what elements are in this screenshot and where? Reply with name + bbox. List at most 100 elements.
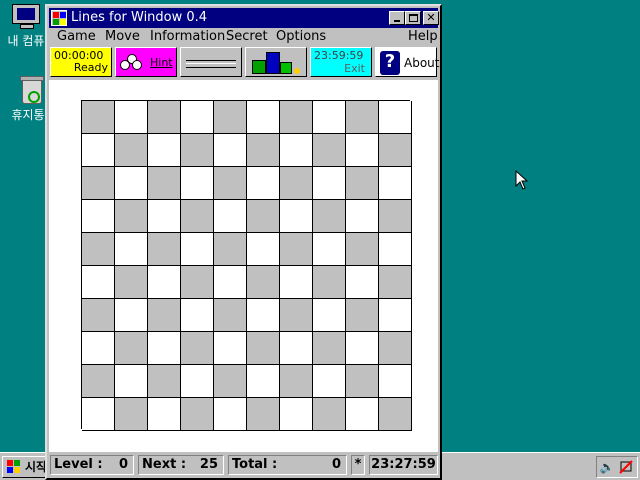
board-cell[interactable] <box>346 167 379 200</box>
board-cell[interactable] <box>148 266 181 299</box>
board-cell[interactable] <box>214 233 247 266</box>
menu-game[interactable]: Game <box>57 29 96 45</box>
board-cell[interactable] <box>379 398 412 431</box>
board-cell[interactable] <box>82 200 115 233</box>
board-cell[interactable] <box>313 233 346 266</box>
menu-secret[interactable]: Secret <box>226 29 268 45</box>
board-cell[interactable] <box>148 398 181 431</box>
hint-button[interactable]: Hint <box>115 47 177 77</box>
board-cell[interactable] <box>280 233 313 266</box>
board-cell[interactable] <box>346 134 379 167</box>
menu-help[interactable]: Help <box>408 29 438 45</box>
board-cell[interactable] <box>115 233 148 266</box>
board-cell[interactable] <box>280 332 313 365</box>
board-cell[interactable] <box>115 167 148 200</box>
board-cell[interactable] <box>346 200 379 233</box>
board-cell[interactable] <box>115 332 148 365</box>
board-cell[interactable] <box>280 398 313 431</box>
board-cell[interactable] <box>280 266 313 299</box>
game-board[interactable] <box>81 100 412 431</box>
board-cell[interactable] <box>82 101 115 134</box>
board-cell[interactable] <box>148 365 181 398</box>
menu-information[interactable]: Information <box>150 29 225 45</box>
board-cell[interactable] <box>181 398 214 431</box>
board-cell[interactable] <box>313 266 346 299</box>
board-cell[interactable] <box>280 200 313 233</box>
board-cell[interactable] <box>148 332 181 365</box>
exit-button[interactable]: 23:59:59 Exit <box>310 47 372 77</box>
board-cell[interactable] <box>379 266 412 299</box>
speaker-icon[interactable]: 🔈 <box>599 460 615 474</box>
board-cell[interactable] <box>115 266 148 299</box>
board-cell[interactable] <box>82 365 115 398</box>
board-cell[interactable] <box>181 365 214 398</box>
board-cell[interactable] <box>247 299 280 332</box>
board-cell[interactable] <box>379 299 412 332</box>
close-button[interactable]: ✕ <box>423 11 439 25</box>
board-cell[interactable] <box>280 299 313 332</box>
board-cell[interactable] <box>115 101 148 134</box>
maximize-button[interactable] <box>405 11 421 25</box>
board-cell[interactable] <box>379 167 412 200</box>
board-cell[interactable] <box>247 167 280 200</box>
board-cell[interactable] <box>346 332 379 365</box>
board-cell[interactable] <box>346 101 379 134</box>
board-cell[interactable] <box>181 134 214 167</box>
board-cell[interactable] <box>214 134 247 167</box>
board-cell[interactable] <box>313 332 346 365</box>
board-cell[interactable] <box>181 299 214 332</box>
board-cell[interactable] <box>181 101 214 134</box>
board-cell[interactable] <box>82 233 115 266</box>
board-cell[interactable] <box>247 200 280 233</box>
board-cell[interactable] <box>181 266 214 299</box>
board-cell[interactable] <box>214 332 247 365</box>
board-cell[interactable] <box>346 365 379 398</box>
board-cell[interactable] <box>379 332 412 365</box>
board-cell[interactable] <box>379 200 412 233</box>
board-cell[interactable] <box>247 101 280 134</box>
board-cell[interactable] <box>148 299 181 332</box>
board-cell[interactable] <box>247 233 280 266</box>
high-scores-button[interactable] <box>245 47 307 77</box>
board-cell[interactable] <box>313 299 346 332</box>
network-icon[interactable] <box>618 460 634 474</box>
board-cell[interactable] <box>247 134 280 167</box>
board-cell[interactable] <box>313 101 346 134</box>
board-cell[interactable] <box>148 167 181 200</box>
board-cell[interactable] <box>379 101 412 134</box>
menu-move[interactable]: Move <box>105 29 140 45</box>
board-cell[interactable] <box>247 365 280 398</box>
next-balls-button[interactable] <box>180 47 242 77</box>
board-cell[interactable] <box>181 233 214 266</box>
board-cell[interactable] <box>280 134 313 167</box>
board-cell[interactable] <box>82 266 115 299</box>
board-cell[interactable] <box>82 299 115 332</box>
board-cell[interactable] <box>313 167 346 200</box>
about-button[interactable]: ? About <box>375 47 439 77</box>
board-cell[interactable] <box>115 134 148 167</box>
board-cell[interactable] <box>379 365 412 398</box>
board-cell[interactable] <box>214 167 247 200</box>
board-cell[interactable] <box>82 332 115 365</box>
board-cell[interactable] <box>214 365 247 398</box>
board-cell[interactable] <box>346 299 379 332</box>
board-cell[interactable] <box>346 233 379 266</box>
board-cell[interactable] <box>115 398 148 431</box>
board-cell[interactable] <box>247 398 280 431</box>
board-cell[interactable] <box>313 200 346 233</box>
board-cell[interactable] <box>82 167 115 200</box>
board-cell[interactable] <box>313 134 346 167</box>
board-cell[interactable] <box>214 266 247 299</box>
board-cell[interactable] <box>181 167 214 200</box>
minimize-button[interactable] <box>389 11 405 25</box>
app-icon[interactable] <box>51 10 67 26</box>
game-timer-button[interactable]: 00:00:00 Ready <box>50 47 112 77</box>
board-cell[interactable] <box>280 101 313 134</box>
menu-options[interactable]: Options <box>276 29 326 45</box>
board-cell[interactable] <box>181 332 214 365</box>
board-cell[interactable] <box>214 200 247 233</box>
board-cell[interactable] <box>346 266 379 299</box>
board-cell[interactable] <box>346 398 379 431</box>
board-cell[interactable] <box>148 200 181 233</box>
board-cell[interactable] <box>214 101 247 134</box>
